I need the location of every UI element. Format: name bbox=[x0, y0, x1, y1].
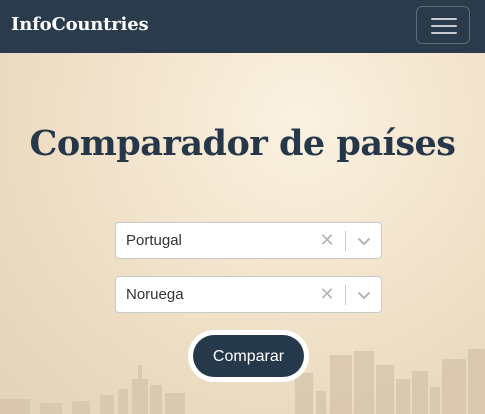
hamburger-menu-icon bbox=[431, 18, 457, 20]
page-title: Comparador de países bbox=[29, 123, 457, 164]
country-select-1[interactable]: Portugal ✕ bbox=[115, 222, 382, 259]
country-select-1-value: Portugal bbox=[126, 232, 182, 249]
select-separator bbox=[345, 285, 346, 305]
compare-button[interactable]: Comparar bbox=[193, 335, 304, 377]
chevron-down-icon[interactable] bbox=[356, 287, 372, 303]
menu-toggle-button[interactable] bbox=[416, 6, 470, 44]
country-select-2[interactable]: Noruega ✕ bbox=[115, 276, 382, 313]
hamburger-menu-icon-bar bbox=[431, 32, 457, 34]
close-icon[interactable]: ✕ bbox=[317, 229, 337, 253]
select-separator bbox=[345, 231, 346, 251]
brand-logo[interactable]: InfoCountries bbox=[11, 14, 149, 35]
hamburger-menu-icon-bar bbox=[431, 25, 457, 27]
navbar: InfoCountries bbox=[0, 0, 485, 53]
chevron-down-icon[interactable] bbox=[356, 233, 372, 249]
close-icon[interactable]: ✕ bbox=[317, 283, 337, 307]
country-select-2-value: Noruega bbox=[126, 286, 184, 303]
